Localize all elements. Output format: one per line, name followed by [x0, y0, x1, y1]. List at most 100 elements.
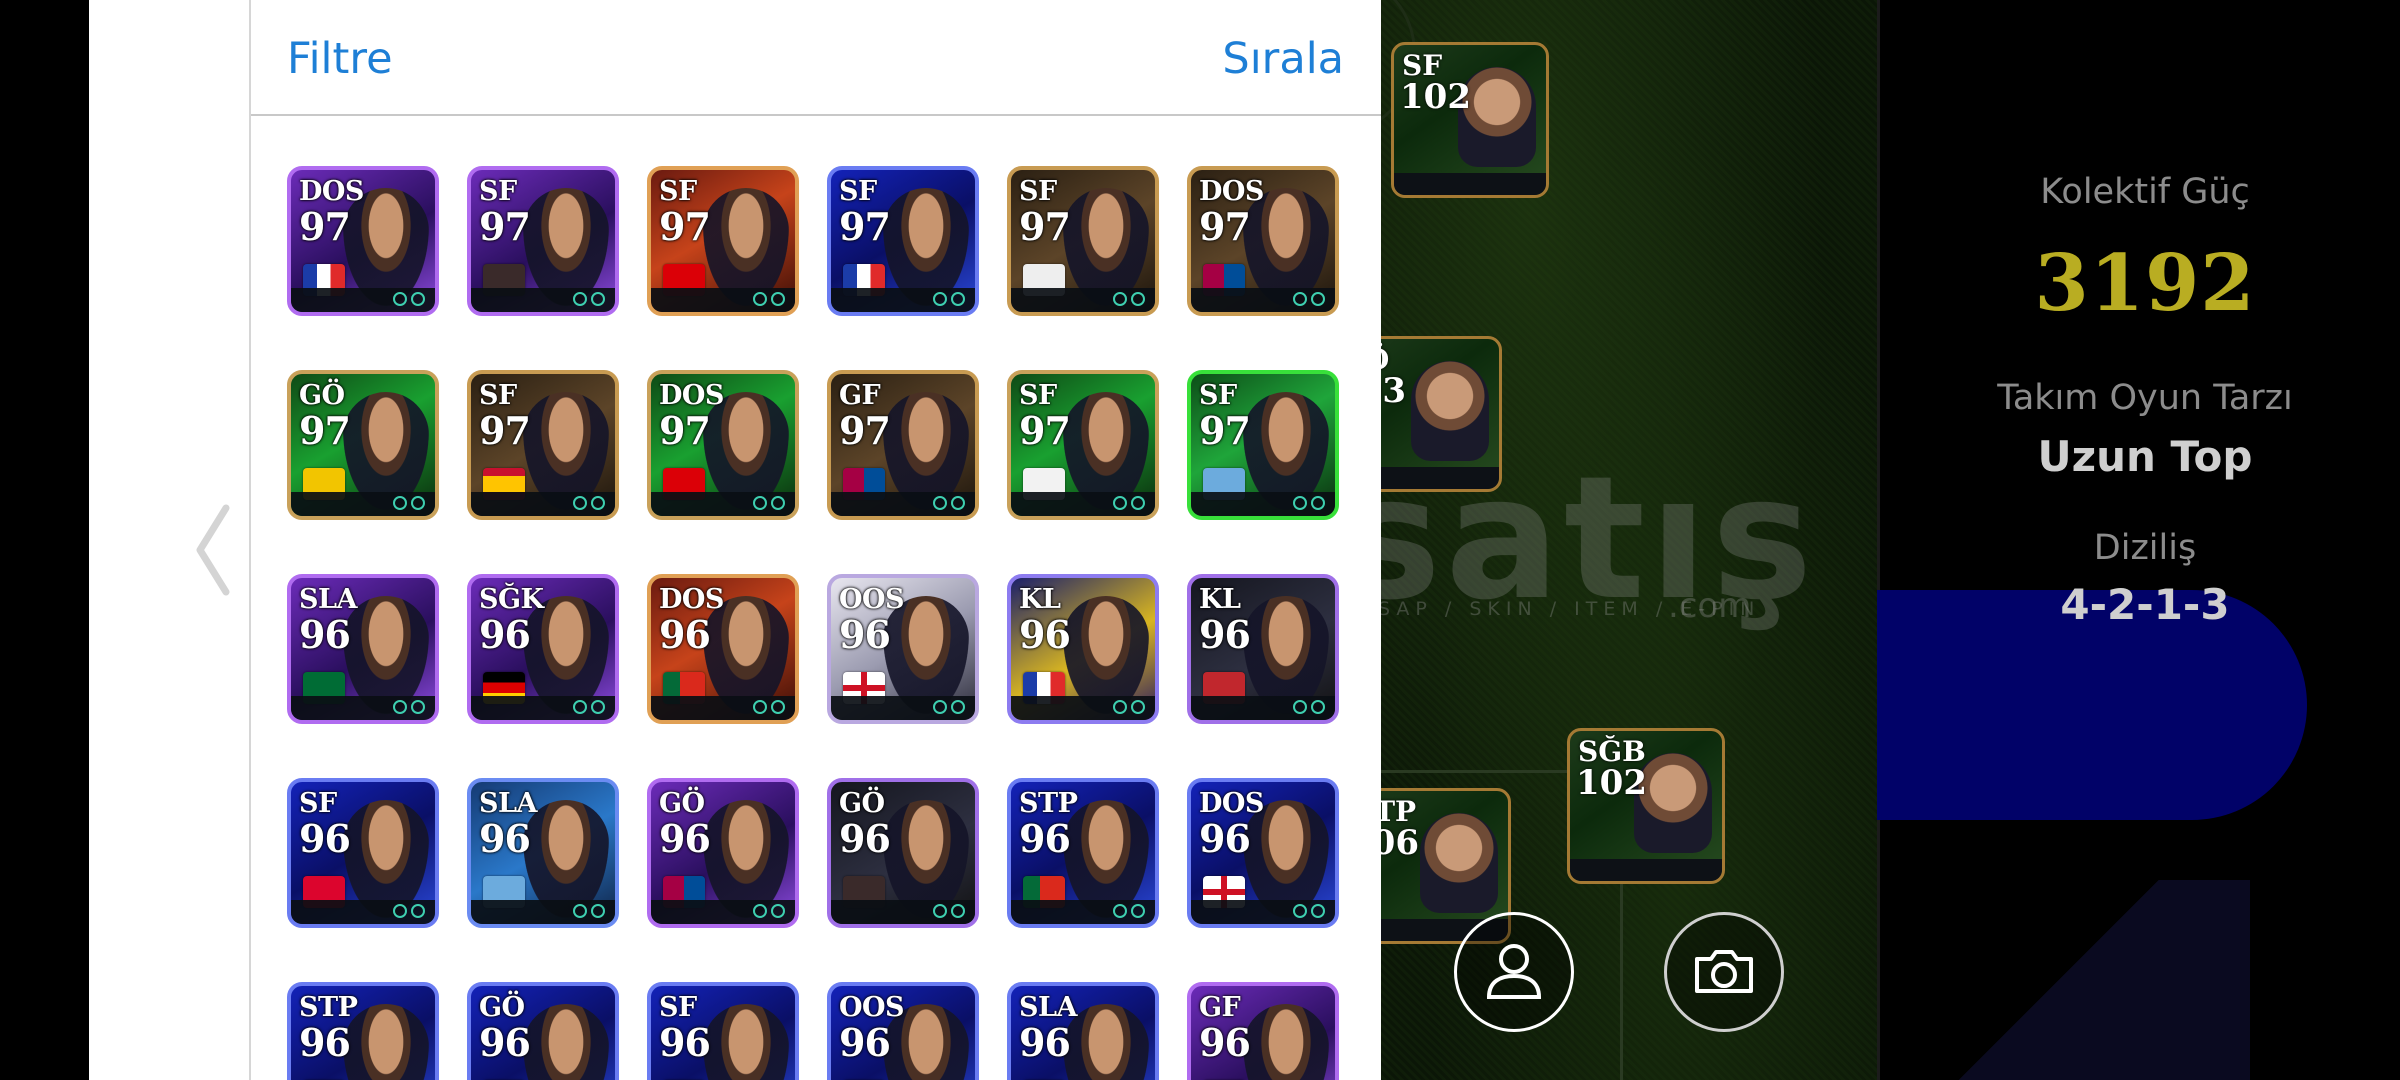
- formation-value: 4-2-1-3: [2060, 580, 2230, 629]
- skill-dot-icon: [411, 700, 425, 714]
- player-card[interactable]: SLA 96: [467, 778, 619, 928]
- chevron-left-icon[interactable]: [188, 500, 238, 600]
- player-position: STP: [1019, 788, 1078, 819]
- player-rating: 96: [659, 816, 711, 861]
- skill-indicators: [753, 700, 785, 716]
- player-position: GÖ: [839, 788, 885, 819]
- skill-dot-icon: [753, 292, 767, 306]
- player-position: SLA: [1019, 992, 1077, 1023]
- skill-indicators: [573, 496, 605, 512]
- player-rating: 102: [1400, 77, 1471, 117]
- skill-dot-icon: [591, 904, 605, 918]
- skill-dot-icon: [1113, 496, 1127, 510]
- player-card[interactable]: DOS 97: [287, 166, 439, 316]
- skill-dot-icon: [411, 496, 425, 510]
- player-card[interactable]: OOS 96: [827, 574, 979, 724]
- skill-indicators: [1293, 292, 1325, 308]
- player-position: KL: [1019, 584, 1061, 615]
- skill-dot-icon: [1131, 700, 1145, 714]
- player-rating: 96: [1199, 612, 1251, 657]
- player-card[interactable]: SLA 96: [287, 574, 439, 724]
- player-card[interactable]: OOS 96: [827, 982, 979, 1080]
- player-card[interactable]: KL 96: [1007, 574, 1159, 724]
- player-rating: 96: [839, 1020, 891, 1065]
- player-rating: 96: [1199, 816, 1251, 861]
- skill-indicators: [393, 700, 425, 716]
- player-rating: 96: [479, 816, 531, 861]
- player-card[interactable]: GÖ 96: [647, 778, 799, 928]
- skill-indicators: [1293, 496, 1325, 512]
- player-card[interactable]: GÖ 96: [467, 982, 619, 1080]
- player-card[interactable]: GF 97: [827, 370, 979, 520]
- player-card[interactable]: SF 97: [1187, 370, 1339, 520]
- player-position: STP: [299, 992, 358, 1023]
- player-card[interactable]: DOS 97: [647, 370, 799, 520]
- skill-indicators: [933, 904, 965, 920]
- player-position: OOS: [839, 992, 905, 1023]
- player-card[interactable]: SF 97: [1007, 166, 1159, 316]
- skill-dot-icon: [1113, 700, 1127, 714]
- player-card[interactable]: SF 96: [647, 982, 799, 1080]
- skill-dot-icon: [933, 700, 947, 714]
- player-card[interactable]: SF 97: [467, 370, 619, 520]
- skill-dot-icon: [1293, 292, 1307, 306]
- player-card[interactable]: SLA 96: [1007, 982, 1159, 1080]
- sheet-header: Filtre Sırala: [251, 0, 1381, 116]
- player-position: GÖ: [479, 992, 525, 1023]
- player-card[interactable]: GÖ 96: [827, 778, 979, 928]
- player-card[interactable]: GÖ 97: [287, 370, 439, 520]
- player-position: KL: [1199, 584, 1241, 615]
- watermark-domain: .com: [1668, 586, 1752, 626]
- player-card[interactable]: SF 97: [1007, 370, 1159, 520]
- skill-indicators: [573, 700, 605, 716]
- sort-button[interactable]: Sırala: [1222, 34, 1344, 84]
- player-position: DOS: [1199, 788, 1264, 819]
- player-portrait: [523, 1004, 609, 1080]
- player-card[interactable]: STP 96: [1007, 778, 1159, 928]
- field-player-card[interactable]: SF 102: [1391, 42, 1549, 198]
- skill-dot-icon: [1311, 496, 1325, 510]
- skill-dot-icon: [1131, 496, 1145, 510]
- player-card[interactable]: KL 96: [1187, 574, 1339, 724]
- player-position: DOS: [1199, 176, 1264, 207]
- profile-button[interactable]: [1454, 912, 1574, 1032]
- player-card-grid[interactable]: DOS 97 SF 97 SF 97 SF 97 SF 97 DOS 97 GÖ 97 SF 97 DOS 97 G…: [287, 166, 1347, 1080]
- skill-dot-icon: [951, 700, 965, 714]
- player-card[interactable]: SF 97: [467, 166, 619, 316]
- playstyle-label: Takım Oyun Tarzı: [1997, 378, 2293, 418]
- player-position: SF: [659, 176, 697, 207]
- field-player-card[interactable]: SĞB 102: [1567, 728, 1725, 884]
- skill-indicators: [1113, 700, 1145, 716]
- skill-indicators: [933, 700, 965, 716]
- player-rating: 97: [479, 408, 531, 453]
- player-rating: 97: [659, 204, 711, 249]
- player-rating: 97: [1199, 408, 1251, 453]
- skill-dot-icon: [1293, 700, 1307, 714]
- player-card[interactable]: STP 96: [287, 982, 439, 1080]
- screenshot-button[interactable]: [1664, 912, 1784, 1032]
- player-position: SF: [1199, 380, 1237, 411]
- player-rating: 96: [299, 612, 351, 657]
- player-card[interactable]: SĞK 96: [467, 574, 619, 724]
- skill-dot-icon: [1113, 292, 1127, 306]
- skill-indicators: [933, 292, 965, 308]
- player-card[interactable]: SF 97: [827, 166, 979, 316]
- player-rating: 96: [1019, 816, 1071, 861]
- player-card[interactable]: DOS 96: [1187, 778, 1339, 928]
- player-card[interactable]: DOS 96: [647, 574, 799, 724]
- player-portrait: [703, 1004, 789, 1080]
- player-position: DOS: [299, 176, 364, 207]
- player-position: SĞK: [479, 584, 544, 615]
- player-card[interactable]: DOS 97: [1187, 166, 1339, 316]
- player-card[interactable]: SF 96: [287, 778, 439, 928]
- player-position: SF: [479, 176, 517, 207]
- skill-dot-icon: [411, 904, 425, 918]
- player-rating: 96: [839, 816, 891, 861]
- player-rating: 96: [1019, 612, 1071, 657]
- player-rating: 97: [1199, 204, 1251, 249]
- player-card[interactable]: SF 97: [647, 166, 799, 316]
- filter-button[interactable]: Filtre: [287, 34, 393, 84]
- skill-dot-icon: [1293, 496, 1307, 510]
- player-card[interactable]: GF 96: [1187, 982, 1339, 1080]
- skill-dot-icon: [393, 700, 407, 714]
